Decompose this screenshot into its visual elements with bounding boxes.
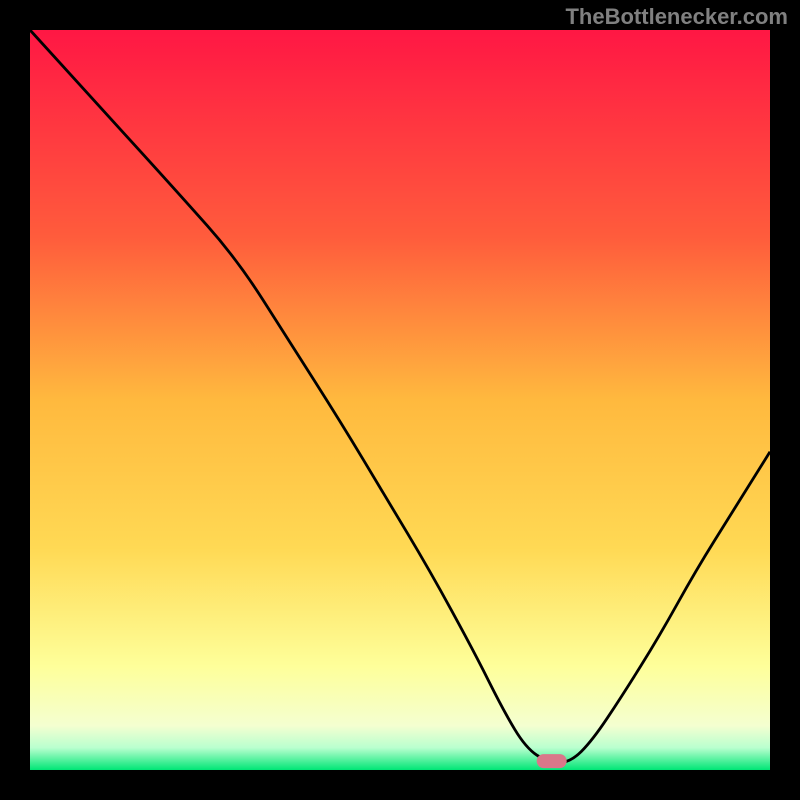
watermark-text: TheBottlenecker.com (565, 4, 788, 30)
optimal-marker (537, 754, 567, 768)
bottleneck-chart (0, 0, 800, 800)
plot-area (30, 30, 770, 770)
chart-container: TheBottlenecker.com (0, 0, 800, 800)
